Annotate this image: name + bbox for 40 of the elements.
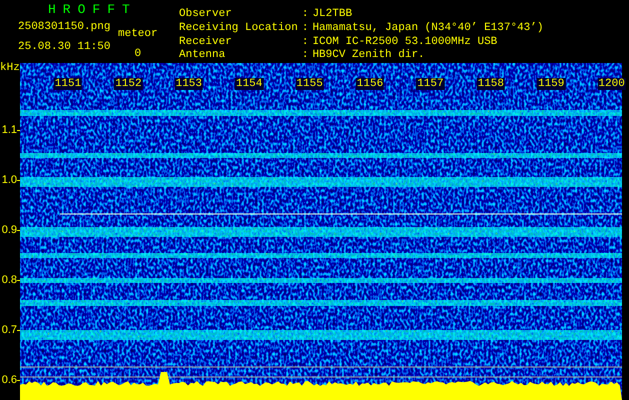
meteor-count: 0 — [134, 48, 142, 60]
axis-label: 1200 — [597, 78, 626, 90]
axis-unit: kHz — [0, 62, 20, 74]
axis-label: 1152 — [114, 78, 143, 90]
info-separator: : — [302, 49, 308, 63]
axis-label: 1156 — [356, 78, 384, 90]
axis-label: 0.9 — [2, 224, 17, 236]
app-title: HROFFT — [48, 3, 138, 17]
info-value: Hamamatsu, Japan (N34°40’ E137°43’) — [312, 22, 544, 36]
axis-label: 1158 — [476, 78, 505, 90]
axis-label: 1159 — [536, 78, 566, 90]
axis-tick — [17, 180, 20, 181]
axis-tick — [17, 330, 20, 331]
axis-label: 0.6 — [2, 374, 17, 386]
info-label: Antenna — [179, 49, 226, 63]
meteor-label: meteor — [118, 28, 158, 40]
axis-label: 1.0 — [2, 174, 17, 186]
info-separator: : — [302, 22, 308, 36]
axis-label: 1155 — [295, 78, 324, 90]
timestamp: 25.08.30 11:50 — [18, 41, 110, 53]
axis-label: 1151 — [54, 78, 82, 90]
axis-label: 1.1 — [2, 124, 17, 136]
axis-label: 0.7 — [2, 324, 17, 336]
axis-label: 1153 — [174, 78, 203, 90]
info-value: JL2TBB — [312, 8, 354, 22]
info-value: ICOM IC-R2500 53.1000MHz USB — [312, 36, 498, 49]
axis-label: 1157 — [416, 78, 445, 90]
info-value: HB9CV Zenith dir. — [312, 49, 426, 63]
axis-label: 0.8 — [2, 274, 17, 286]
axis-tick — [17, 280, 20, 281]
file-name: 2508301150.png — [18, 21, 110, 33]
axis-tick — [17, 380, 20, 381]
axis-tick — [17, 230, 20, 231]
info-label: Receiver — [179, 36, 233, 50]
info-separator: : — [302, 36, 308, 50]
info-label: Observer — [179, 8, 233, 22]
info-separator: : — [302, 8, 308, 22]
axis-label: 1154 — [234, 78, 264, 90]
info-label: Receiving Location — [179, 22, 298, 36]
axis-tick — [17, 130, 20, 131]
